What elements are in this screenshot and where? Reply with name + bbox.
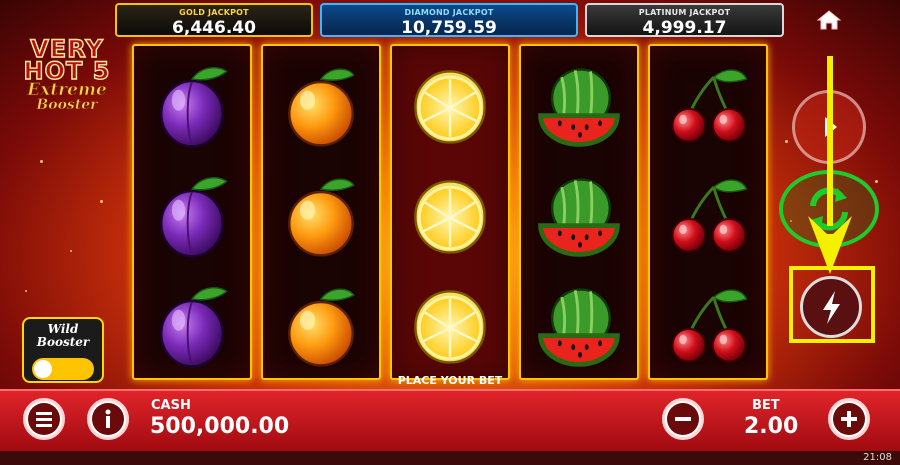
increase-bet-button[interactable] [828, 398, 870, 440]
platinum-jackpot-label: PLATINUM JACKPOT [638, 8, 731, 17]
bet-value: 2.00 [744, 414, 799, 439]
lemon-icon [414, 289, 486, 364]
gold-jackpot-label: GOLD JACKPOT [179, 8, 249, 17]
platinum-jackpot-value: 4,999.17 [642, 18, 727, 38]
cherry-symbol [650, 270, 766, 381]
menu-icon [28, 403, 60, 435]
wild-booster-panel: Wild Booster [22, 317, 104, 383]
gold-jackpot-value: 6,446.40 [172, 18, 256, 38]
home-button[interactable] [815, 8, 843, 32]
footer-strip [0, 451, 900, 465]
orange-symbol [263, 160, 379, 271]
orange-icon [288, 67, 355, 147]
logo-line-2: HOT 5 [23, 57, 111, 85]
home-icon [816, 10, 842, 30]
gold-jackpot: GOLD JACKPOT 6,446.40 [115, 3, 313, 38]
cherry-icon [671, 178, 748, 253]
bet-label: BET [752, 398, 780, 413]
lightning-icon [823, 291, 840, 324]
orange-symbol [263, 50, 379, 161]
wild-booster-label-2: Booster [36, 335, 90, 349]
watermelon-symbol [521, 270, 637, 381]
plum-icon [160, 286, 228, 368]
reel-4 [519, 44, 639, 380]
lemon-symbol [392, 160, 508, 271]
status-message: PLACE YOUR BET [397, 374, 503, 387]
plum-symbol [134, 270, 250, 381]
menu-button[interactable] [23, 398, 65, 440]
plum-icon [160, 176, 228, 258]
reel-1 [132, 44, 252, 380]
reel-3 [390, 44, 510, 380]
arrow-down-icon [808, 56, 852, 274]
diamond-jackpot-label: DIAMOND JACKPOT [404, 8, 494, 17]
watermelon-symbol [521, 160, 637, 271]
cherry-icon [671, 68, 748, 143]
cash-value: 500,000.00 [150, 414, 290, 439]
logo-line-4: Booster [36, 97, 98, 113]
clock: 21:08 [863, 452, 892, 463]
reel-2 [261, 44, 381, 380]
plus-icon [833, 403, 865, 435]
plum-symbol [134, 160, 250, 271]
platinum-jackpot: PLATINUM JACKPOT 4,999.17 [585, 3, 784, 38]
cash-label: CASH [151, 398, 191, 413]
orange-icon [288, 287, 355, 367]
watermelon-icon [531, 278, 627, 374]
orange-icon [288, 177, 355, 257]
wild-booster-toggle[interactable] [32, 358, 94, 380]
watermelon-symbol [521, 50, 637, 161]
plum-icon [160, 66, 228, 148]
orange-symbol [263, 270, 379, 381]
turbo-button[interactable] [800, 276, 862, 338]
diamond-jackpot: DIAMOND JACKPOT 10,759.59 [320, 3, 578, 38]
reel-grid [132, 44, 769, 380]
watermelon-icon [531, 58, 627, 154]
decrease-bet-button[interactable] [662, 398, 704, 440]
lemon-icon [414, 69, 486, 144]
toggle-knob [34, 360, 52, 378]
info-icon [92, 403, 124, 435]
cherry-symbol [650, 160, 766, 271]
lemon-symbol [392, 50, 508, 161]
cherry-icon [671, 288, 748, 363]
minus-icon [667, 403, 699, 435]
info-button[interactable] [87, 398, 129, 440]
watermelon-icon [531, 168, 627, 264]
reel-5 [648, 44, 768, 380]
lemon-icon [414, 179, 486, 254]
lemon-symbol [392, 270, 508, 381]
game-logo: VERY HOT 5 Extreme Booster [6, 36, 128, 113]
diamond-jackpot-value: 10,759.59 [401, 18, 497, 38]
cherry-symbol [650, 50, 766, 161]
plum-symbol [134, 50, 250, 161]
